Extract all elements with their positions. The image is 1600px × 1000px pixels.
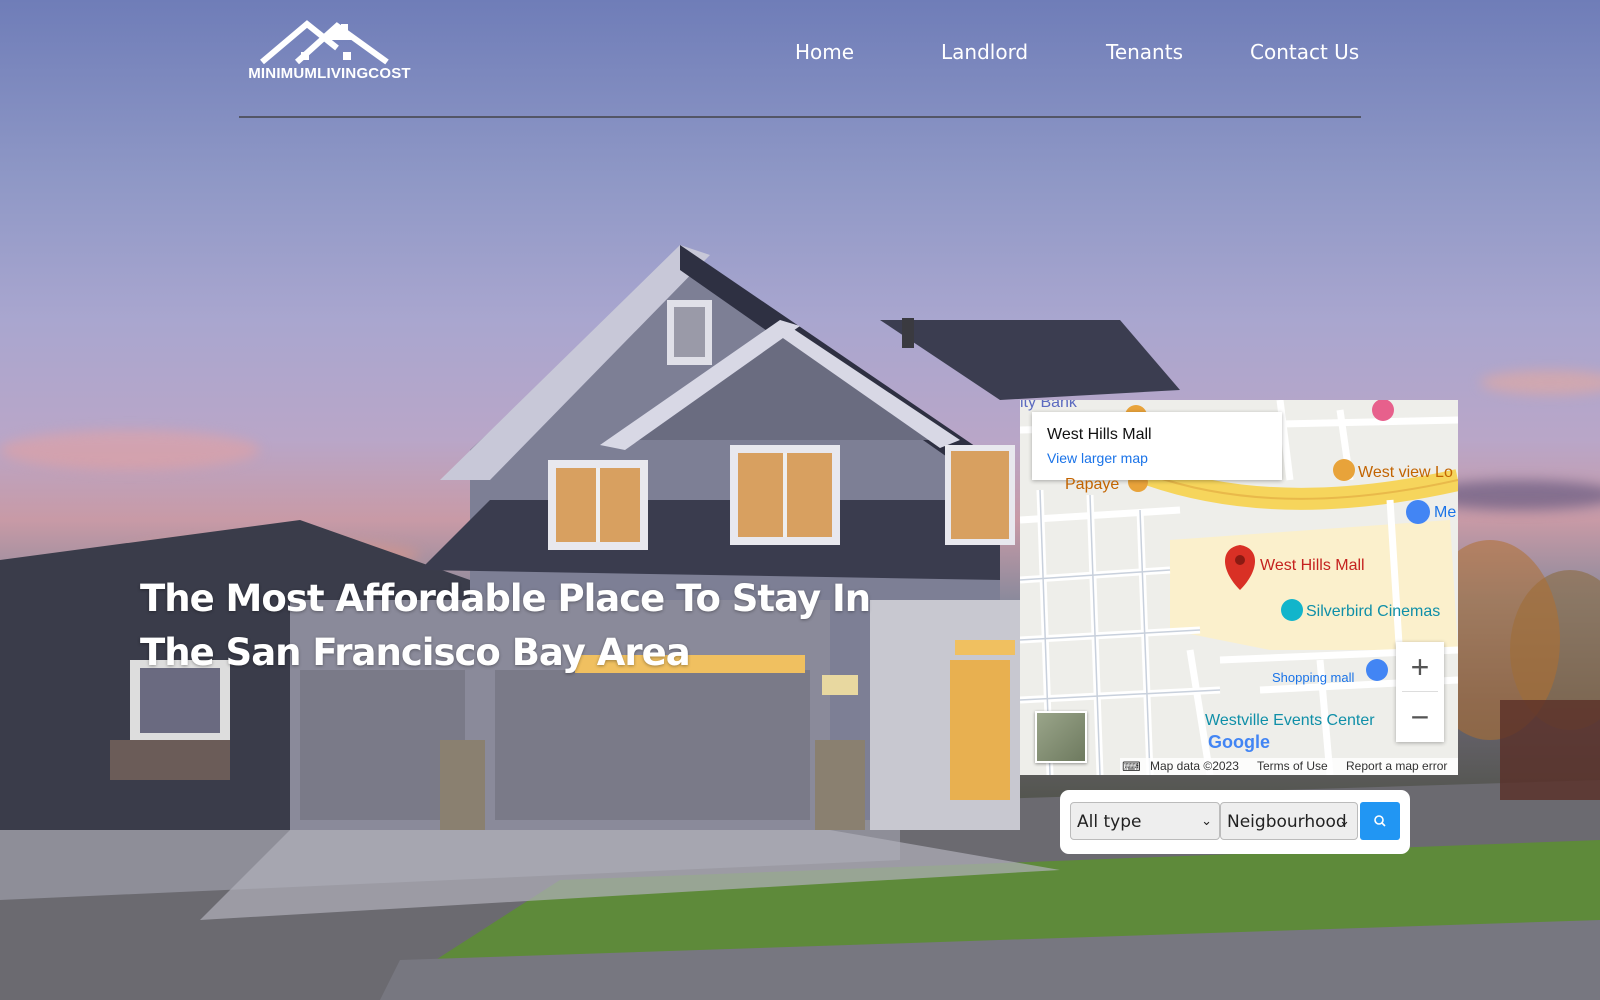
google-logo-text: Google [1208,732,1270,752]
keyboard-icon[interactable]: ⌨ [1122,759,1141,775]
chevron-down-icon: ⌄ [1201,814,1212,829]
report-error-link[interactable]: Report a map error [1346,759,1447,773]
map-label-cinemas[interactable]: Silverbird Cinemas [1306,603,1440,621]
nav-landlord[interactable]: Landlord [941,40,1028,64]
map-label-bank[interactable]: ity Bank [1020,400,1077,412]
search-button[interactable] [1360,802,1400,840]
map-zoom-controls: + − [1396,642,1444,742]
google-logo: Google [1208,732,1270,753]
nav-tenants[interactable]: Tenants [1106,40,1183,64]
logo[interactable]: MINIMUMLIVINGCOST [237,18,422,88]
type-select[interactable]: All type ⌄ [1070,802,1220,840]
satellite-toggle[interactable] [1035,711,1087,763]
property-search: All type ⌄ Neigbourhood ⌄ [1060,790,1410,854]
neighbourhood-select-value: Neigbourhood [1227,812,1347,832]
header-divider [239,116,1361,118]
search-icon [1374,815,1386,827]
nav-contact-us[interactable]: Contact Us [1250,40,1359,64]
hero-headline: The Most Affordable Place To Stay In The… [140,577,871,674]
map-label-me[interactable]: Me [1434,504,1456,522]
map-label-events[interactable]: Westville Events Center [1205,712,1375,730]
terms-of-use-link[interactable]: Terms of Use [1257,759,1328,773]
zoom-out-button[interactable]: − [1396,692,1444,742]
nav-home[interactable]: Home [795,40,854,64]
logo-house-icon [260,20,389,65]
zoom-in-button[interactable]: + [1396,642,1444,692]
google-map[interactable]: West Hills Mall View larger map West Hil… [1020,400,1458,775]
map-label-pin[interactable]: West Hills Mall [1260,557,1365,575]
neighbourhood-select[interactable]: Neigbourhood ⌄ [1220,802,1358,840]
map-place-title: West Hills Mall [1047,426,1152,443]
chevron-down-icon: ⌄ [1339,814,1350,829]
view-larger-map-link[interactable]: View larger map [1047,450,1148,466]
type-select-value: All type [1077,812,1142,832]
map-label-papaye[interactable]: Papaye [1065,476,1119,494]
logo-text: MINIMUMLIVINGCOST [248,65,411,82]
map-footer: ⌨ Map data ©2023 Terms of Use Report a m… [1120,758,1458,775]
map-info-card: West Hills Mall View larger map [1032,412,1282,480]
map-label-shopping[interactable]: Shopping mall [1272,670,1354,685]
map-label-westview[interactable]: West view Lo [1358,464,1453,482]
map-data-text: Map data ©2023 [1150,759,1239,773]
